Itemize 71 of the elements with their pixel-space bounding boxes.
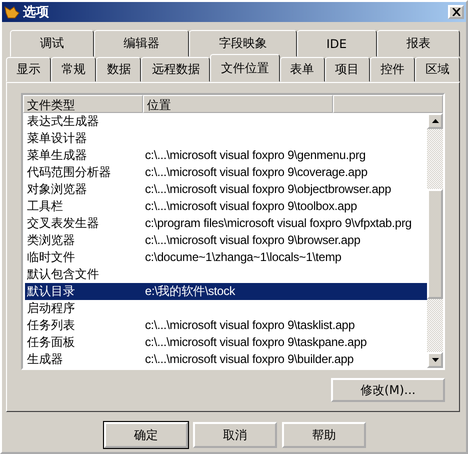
list-row[interactable]: 启动程序: [25, 300, 427, 317]
tab[interactable]: 报表: [376, 30, 460, 57]
file-type-cell-text: 菜单设计器: [26, 130, 88, 147]
file-type-cell-text: 对象浏览器: [26, 181, 88, 198]
dialog-button[interactable]: 确定: [104, 422, 188, 448]
location-cell: c:\program files\microsoft visual foxpro 9\vfpxtab.prg: [145, 215, 412, 232]
list-row[interactable]: 临时文件 c:\docume~1\zhanga~1\locals~1\temp: [25, 249, 427, 266]
tab[interactable]: 控件: [370, 57, 415, 82]
window-title: 选项: [23, 4, 50, 21]
file-type-cell-text: 启动程序: [26, 300, 76, 317]
location-cell: c:\...\microsoft visual foxpro 9\objectbrowser.app: [145, 181, 392, 198]
dialog-button[interactable]: 帮助: [282, 422, 366, 448]
tab[interactable]: 数据: [96, 57, 142, 82]
close-button[interactable]: [448, 5, 464, 19]
list-row[interactable]: 表达式生成器: [25, 113, 427, 130]
tab[interactable]: 远程数据: [141, 57, 210, 82]
list-row[interactable]: 任务列表 c:\...\microsoft visual foxpro 9\tasklist.app: [25, 317, 427, 334]
file-type-cell-text: 表达式生成器: [26, 113, 100, 130]
location-cell: c:\docume~1\zhanga~1\locals~1\temp: [145, 249, 342, 266]
list-row[interactable]: 代码范围分析器 c:\...\microsoft visual foxpro 9\coverage.app: [25, 164, 427, 181]
scroll-up-button[interactable]: [427, 113, 443, 129]
location-cell: c:\...\microsoft visual foxpro 9\builder.app: [145, 351, 354, 368]
list-row[interactable]: 默认目录 e:\我的软件\stock: [25, 283, 427, 300]
file-type-cell-text: 生成器: [26, 351, 64, 368]
down-arrow-icon: [432, 358, 438, 362]
close-icon: [452, 8, 460, 16]
column-header[interactable]: 位置: [143, 95, 333, 113]
fox-icon: [4, 4, 20, 20]
location-cell: c:\...\microsoft visual foxpro 9\genmenu.prg: [145, 147, 366, 164]
location-cell: e:\我的软件\stock: [145, 283, 236, 300]
scrollbar[interactable]: [427, 113, 443, 368]
tab[interactable]: 表单: [280, 57, 325, 82]
file-type-cell-text: 任务面板: [26, 334, 76, 351]
file-type-cell-text: 临时文件: [26, 249, 76, 266]
location-cell: c:\...\microsoft visual foxpro 9\toolbox.app: [145, 198, 357, 215]
tab[interactable]: 文件位置: [210, 54, 280, 82]
file-type-cell-text: 菜单生成器: [26, 147, 88, 164]
location-cell: c:\...\microsoft visual foxpro 9\taskpane.app: [145, 334, 367, 351]
list-row[interactable]: 默认包含文件: [25, 266, 427, 283]
tab[interactable]: 字段映象: [189, 30, 297, 57]
location-cell: c:\...\microsoft visual foxpro 9\browser.app: [145, 232, 360, 249]
list-row[interactable]: 菜单设计器: [25, 130, 427, 147]
modify-button[interactable]: 修改(M)...: [331, 378, 445, 402]
file-type-cell-text: 代码范围分析器: [26, 164, 112, 181]
tab[interactable]: 显示: [6, 57, 52, 82]
tab[interactable]: 调试: [10, 30, 94, 57]
tab[interactable]: 区域: [414, 57, 460, 82]
tab[interactable]: IDE: [296, 30, 376, 57]
tab[interactable]: 项目: [324, 57, 370, 82]
dialog-button[interactable]: 取消: [193, 422, 277, 448]
location-cell: c:\...\microsoft visual foxpro 9\tasklist.app: [145, 317, 355, 334]
list-row[interactable]: 对象浏览器 c:\...\microsoft visual foxpro 9\objectbrowser.app: [25, 181, 427, 198]
column-header[interactable]: 文件类型: [23, 95, 143, 113]
location-cell: c:\...\microsoft visual foxpro 9\coverage.app: [145, 164, 368, 181]
list-row[interactable]: 工具栏 c:\...\microsoft visual foxpro 9\toolbox.app: [25, 198, 427, 215]
list-row[interactable]: 交叉表发生器 c:\program files\microsoft visual foxpro 9\vfpxtab.prg: [25, 215, 427, 232]
list-row[interactable]: 类浏览器 c:\...\microsoft visual foxpro 9\browser.app: [25, 232, 427, 249]
scroll-down-button[interactable]: [427, 352, 443, 368]
list-row[interactable]: 生成器 c:\...\microsoft visual foxpro 9\builder.app: [25, 351, 427, 368]
scroll-thumb[interactable]: [427, 189, 443, 299]
up-arrow-icon: [432, 119, 438, 123]
file-type-cell-text: 默认包含文件: [26, 266, 100, 283]
file-type-cell-text: 类浏览器: [26, 232, 76, 249]
tab[interactable]: 编辑器: [94, 30, 190, 57]
file-type-cell-text: 默认目录: [26, 283, 76, 300]
file-type-cell-text: 任务列表: [26, 317, 76, 334]
list-row[interactable]: 任务面板 c:\...\microsoft visual foxpro 9\taskpane.app: [25, 334, 427, 351]
file-type-cell-text: 工具栏: [26, 198, 64, 215]
file-type-cell-text: 交叉表发生器: [26, 215, 100, 232]
tab[interactable]: 常规: [51, 57, 96, 82]
list-row[interactable]: 菜单生成器 c:\...\microsoft visual foxpro 9\genmenu.prg: [25, 147, 427, 164]
